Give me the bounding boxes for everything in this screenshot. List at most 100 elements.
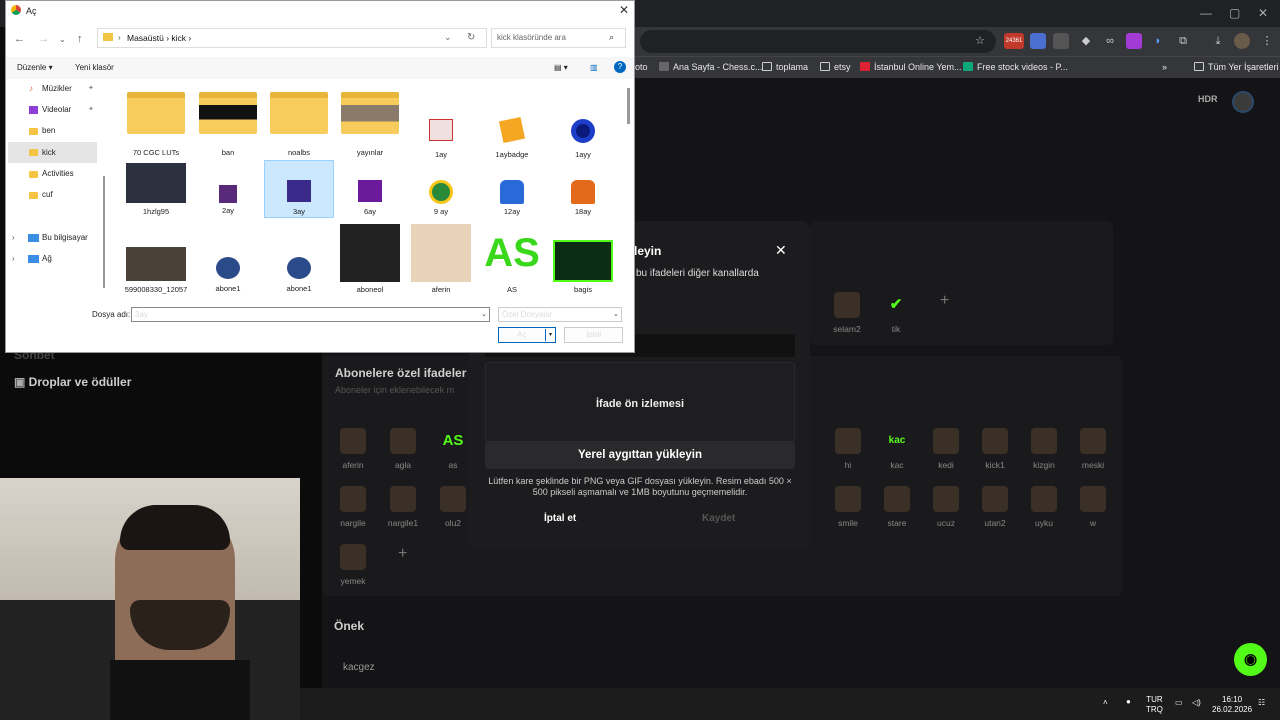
- extension-icon[interactable]: [1053, 33, 1069, 49]
- maximize-icon[interactable]: ▢: [1229, 6, 1240, 20]
- organize-button[interactable]: Düzenle ▾: [17, 63, 53, 72]
- nav-item-this-pc[interactable]: Bu bilgisayar: [42, 233, 88, 242]
- file-item[interactable]: 1ayy: [548, 119, 618, 159]
- file-list-scrollbar[interactable]: [627, 88, 630, 124]
- folder-item[interactable]: 70 CGC LUTs: [121, 92, 191, 157]
- file-item[interactable]: bagis: [548, 240, 618, 294]
- preview-pane-icon[interactable]: ▥: [590, 63, 598, 72]
- microphone-icon[interactable]: ●: [1126, 697, 1131, 707]
- extension-badge[interactable]: 24361: [1004, 33, 1024, 49]
- emote-tile[interactable]: agla: [375, 428, 431, 470]
- file-item[interactable]: 1aybadge: [477, 116, 547, 159]
- file-item-selected[interactable]: 3ay: [264, 180, 334, 216]
- nav-item-videos[interactable]: Videolar: [42, 105, 71, 114]
- help-icon[interactable]: ?: [614, 61, 626, 73]
- emote-tile[interactable]: ✔ tik: [868, 292, 924, 334]
- bookmark-item[interactable]: İstanbul Online Yem...: [860, 60, 962, 74]
- chevron-right-icon[interactable]: ›: [12, 254, 15, 263]
- language-indicator[interactable]: TUR TRQ: [1146, 695, 1163, 715]
- hdr-icon[interactable]: HDR: [1198, 94, 1218, 104]
- menu-icon[interactable]: ⋮: [1259, 33, 1275, 49]
- user-avatar[interactable]: [1232, 91, 1254, 113]
- back-arrow-icon[interactable]: ←: [14, 33, 25, 45]
- filename-input[interactable]: 3ay: [131, 307, 490, 322]
- chevron-right-icon[interactable]: »: [1162, 60, 1167, 74]
- puzzle-icon[interactable]: ⧉: [1175, 33, 1191, 49]
- chevron-up-icon[interactable]: ˄: [1103, 698, 1108, 708]
- diamond-extension-icon[interactable]: ◆: [1078, 33, 1094, 49]
- bookmark-item[interactable]: oto: [635, 60, 648, 74]
- emote-tile[interactable]: smile: [820, 486, 876, 528]
- star-icon[interactable]: ☆: [972, 33, 988, 49]
- profile-avatar[interactable]: [1234, 33, 1250, 49]
- emote-tile[interactable]: uyku: [1016, 486, 1072, 528]
- emote-tile[interactable]: kick1: [967, 428, 1023, 470]
- emote-tile[interactable]: kedi: [918, 428, 974, 470]
- nav-item-activities[interactable]: Activities: [42, 169, 74, 178]
- bookmark-folder[interactable]: etsy: [820, 60, 851, 74]
- close-window-icon[interactable]: ✕: [1258, 6, 1268, 20]
- nav-item-cuf[interactable]: cuf: [42, 190, 53, 199]
- up-arrow-icon[interactable]: ↑: [77, 33, 83, 45]
- file-item[interactable]: 1hzlg95: [121, 163, 191, 216]
- bookmark-item[interactable]: Ana Sayfa - Chess.c...: [659, 60, 763, 74]
- chevron-down-icon[interactable]: ⌄: [613, 310, 619, 318]
- emote-tile[interactable]: utan2: [967, 486, 1023, 528]
- file-item[interactable]: 9 ay: [406, 180, 476, 216]
- open-dropdown-icon[interactable]: ▾: [545, 329, 555, 341]
- bookmark-folder[interactable]: Tüm Yer İşaretleri: [1194, 60, 1279, 74]
- close-icon[interactable]: ✕: [619, 3, 629, 17]
- bookmark-item[interactable]: Free stock videos - P...: [963, 60, 1068, 74]
- translate-extension-icon[interactable]: [1030, 33, 1046, 49]
- emote-tile[interactable]: w: [1065, 486, 1121, 528]
- view-icon[interactable]: ▤ ▾: [554, 63, 568, 72]
- nav-scrollbar[interactable]: [103, 176, 105, 288]
- download-icon[interactable]: ⤓: [1210, 33, 1226, 49]
- network-icon[interactable]: ▭: [1175, 698, 1183, 708]
- chevron-right-icon[interactable]: ›: [12, 233, 15, 242]
- file-item[interactable]: 12ay: [477, 180, 547, 216]
- emote-tile[interactable]: yemek: [325, 544, 381, 586]
- filetype-select[interactable]: Özel Dosyalar: [498, 307, 622, 322]
- file-item[interactable]: 2ay: [193, 185, 263, 215]
- add-emote-button[interactable]: +: [940, 292, 949, 310]
- file-item[interactable]: 599008330_12057 71174884002_774: [121, 247, 191, 294]
- notification-icon[interactable]: ☷: [1258, 698, 1265, 708]
- folder-item[interactable]: ban: [193, 92, 263, 157]
- new-folder-button[interactable]: Yeni klasör: [75, 63, 114, 72]
- nav-item-ben[interactable]: ben: [42, 126, 55, 135]
- file-item[interactable]: 1ay: [406, 119, 476, 159]
- chevron-down-icon[interactable]: ⌄: [59, 35, 66, 44]
- emote-tile[interactable]: nargile: [325, 486, 381, 528]
- upload-local-button[interactable]: Yerel aygıttan yükleyin: [485, 441, 795, 469]
- clock[interactable]: 16:10 26.02.2026: [1212, 695, 1252, 715]
- file-item[interactable]: AS AS: [477, 224, 547, 294]
- file-item[interactable]: 6ay: [335, 180, 405, 216]
- save-button[interactable]: Kaydet: [702, 513, 735, 524]
- emote-tile[interactable]: stare: [869, 486, 925, 528]
- file-item[interactable]: aferin: [406, 224, 476, 294]
- volume-icon[interactable]: ◁): [1192, 698, 1201, 708]
- emote-tile[interactable]: kizgin: [1016, 428, 1072, 470]
- emote-tile[interactable]: kac kac: [869, 428, 925, 470]
- folder-item[interactable]: noalbs: [264, 92, 334, 157]
- file-item[interactable]: 18ay: [548, 180, 618, 216]
- address-bar[interactable]: [640, 30, 996, 53]
- emote-tile[interactable]: nargile1: [375, 486, 431, 528]
- support-chat-button[interactable]: ◉: [1234, 643, 1267, 676]
- folder-item[interactable]: yayınlar: [335, 92, 405, 157]
- cancel-button[interactable]: İptal et: [544, 513, 576, 524]
- mask-extension-icon[interactable]: ∞: [1102, 33, 1118, 49]
- bookmark-folder[interactable]: toplama: [762, 60, 808, 74]
- chevron-down-icon[interactable]: ⌄: [444, 32, 452, 43]
- extension-icon[interactable]: [1126, 33, 1142, 49]
- file-item[interactable]: abone1: [264, 257, 334, 293]
- emote-tile[interactable]: aferin: [325, 428, 381, 470]
- add-emote-button[interactable]: +: [398, 545, 407, 563]
- nav-item-network[interactable]: Ağ: [42, 254, 52, 263]
- cancel-button[interactable]: İptal: [564, 327, 623, 343]
- close-icon[interactable]: ✕: [775, 242, 787, 259]
- emote-tile[interactable]: ucuz: [918, 486, 974, 528]
- sidebar-item-drops[interactable]: ▣ Droplar ve ödüller: [14, 375, 131, 389]
- nav-item-kick[interactable]: kick: [42, 148, 56, 157]
